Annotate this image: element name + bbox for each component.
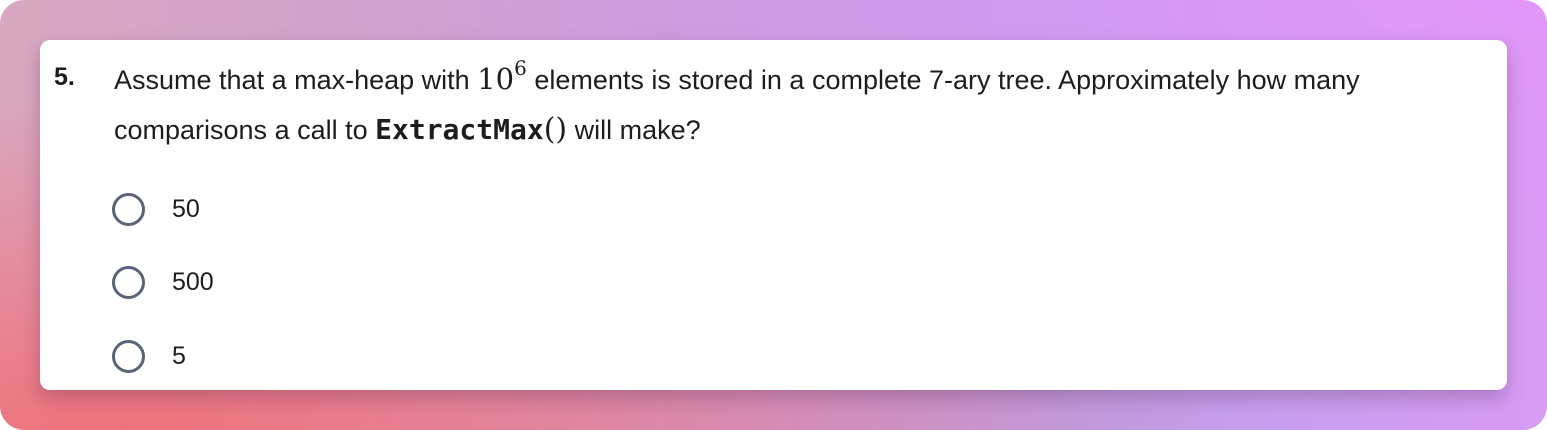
radio-button[interactable]	[112, 265, 145, 299]
function-parens: ()	[543, 112, 568, 147]
option-label: 5	[172, 341, 186, 370]
option-label: 50	[172, 194, 200, 223]
screenshot-frame: 5. Assume that a max-heap with 106 eleme…	[0, 0, 1547, 430]
radio-button[interactable]	[112, 339, 145, 373]
question-card: 5. Assume that a max-heap with 106 eleme…	[40, 40, 1507, 390]
option-500[interactable]: 500	[112, 262, 214, 302]
question-number: 5.	[54, 63, 75, 91]
radio-button[interactable]	[112, 192, 145, 226]
math-power: 106	[477, 58, 527, 96]
option-label: 500	[172, 267, 214, 296]
question-text-part3: will make?	[567, 115, 701, 145]
math-base: 10	[477, 62, 515, 96]
question-text: Assume that a max-heap with 106 elements…	[114, 54, 1499, 155]
function-name: ExtractMax	[375, 113, 544, 146]
option-50[interactable]: 50	[112, 189, 200, 229]
math-exponent: 6	[514, 56, 527, 80]
question-text-part1: Assume that a max-heap with	[114, 65, 478, 95]
option-5[interactable]: 5	[112, 336, 186, 376]
